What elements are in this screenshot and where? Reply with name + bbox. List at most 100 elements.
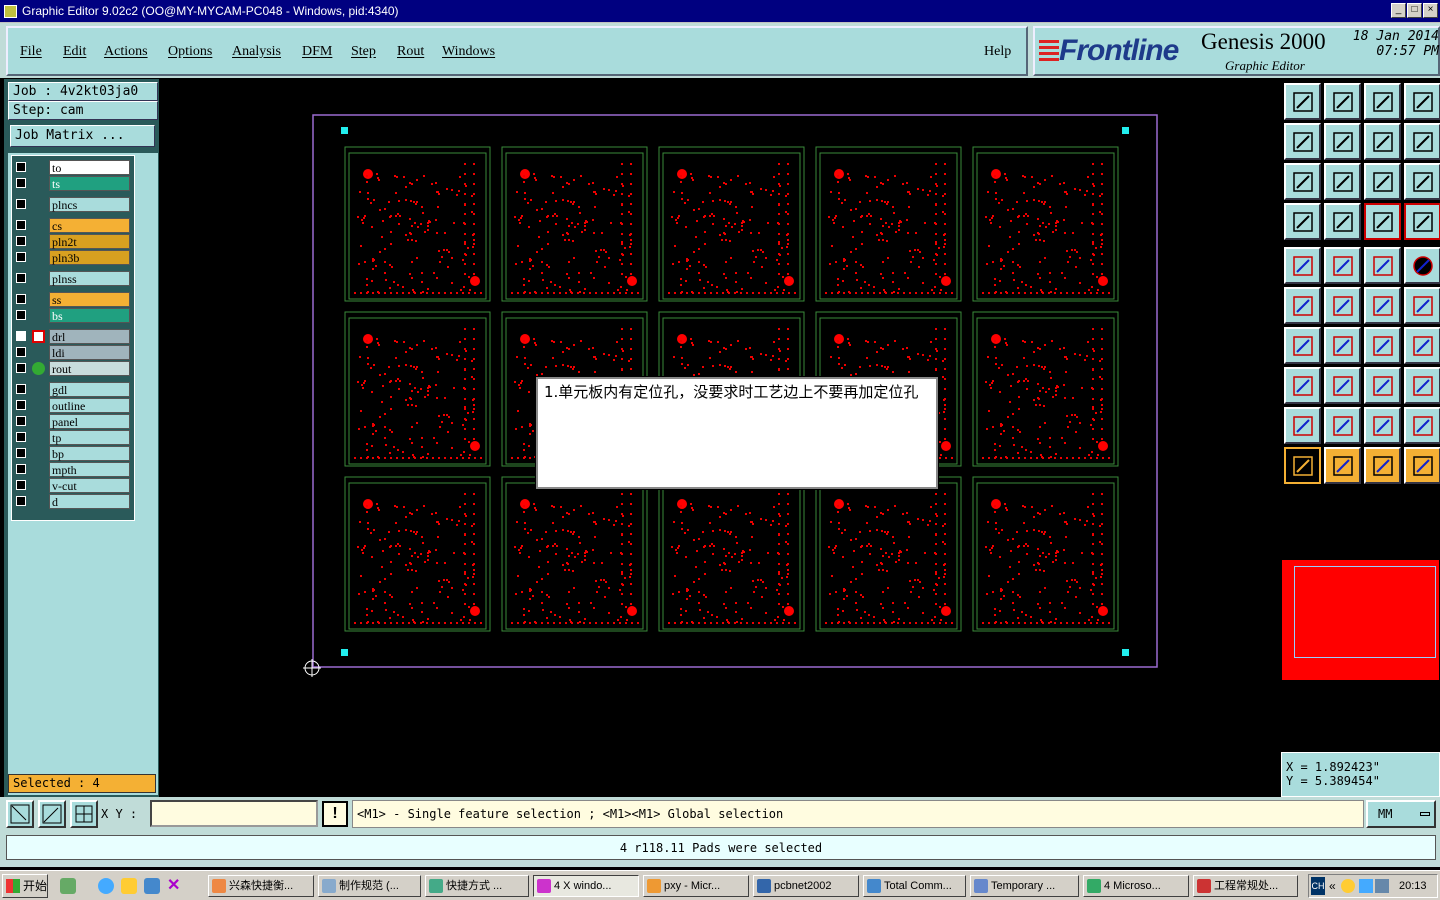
tool-scale-button[interactable] xyxy=(1364,163,1401,200)
taskbar-item[interactable]: 4 Microso... xyxy=(1083,875,1189,897)
taskbar-item[interactable]: Temporary ... xyxy=(970,875,1079,897)
tool-angle-button[interactable] xyxy=(1284,327,1321,364)
tool-select-button[interactable] xyxy=(1284,447,1321,484)
layer-name[interactable]: cs xyxy=(49,218,130,233)
taskbar-item[interactable]: pxy - Micr... xyxy=(643,875,749,897)
tool-select-box-button[interactable] xyxy=(1324,447,1361,484)
layer-name[interactable]: ldi xyxy=(49,345,130,360)
tool-save-button[interactable] xyxy=(1324,83,1361,120)
layer-name[interactable]: drl xyxy=(49,329,130,344)
measure-button[interactable] xyxy=(38,800,66,828)
layer-checkbox[interactable] xyxy=(16,252,26,262)
ie-icon[interactable] xyxy=(98,878,114,894)
layer-row-ldi[interactable]: ldi xyxy=(12,345,134,360)
layer-row-d[interactable]: d xyxy=(12,494,134,509)
tool-zoom-fit-button[interactable] xyxy=(1284,163,1321,200)
layer-checkbox[interactable] xyxy=(16,331,26,341)
layer-checkbox[interactable] xyxy=(16,294,26,304)
layer-checkbox[interactable] xyxy=(16,273,26,283)
layer-name[interactable]: pln3b xyxy=(49,250,130,265)
tool-line-button[interactable] xyxy=(1364,287,1401,324)
layer-name[interactable]: tp xyxy=(49,430,130,445)
tool-cross-button[interactable] xyxy=(1324,287,1361,324)
layer-name[interactable]: outline xyxy=(49,398,130,413)
layer-checkbox[interactable] xyxy=(16,220,26,230)
layer-row-panel[interactable]: panel xyxy=(12,414,134,429)
layer-row-outline[interactable]: outline xyxy=(12,398,134,413)
tool-triangle-button[interactable] xyxy=(1284,407,1321,444)
start-button[interactable]: 开始 xyxy=(2,874,48,898)
quicklaunch-icon-3[interactable] xyxy=(144,878,160,894)
tool-undo-button[interactable] xyxy=(1364,123,1401,160)
tool-spike-button[interactable] xyxy=(1404,407,1440,444)
taskbar-item[interactable]: 快捷方式 ... xyxy=(425,875,529,897)
layer-row-bs[interactable]: bs xyxy=(12,308,134,323)
layer-row-cs[interactable]: cs xyxy=(12,218,134,233)
layer-row-ss[interactable]: ss xyxy=(12,292,134,307)
tool-open-button[interactable] xyxy=(1284,83,1321,120)
menu-analysis[interactable]: Analysis xyxy=(232,44,281,60)
job-matrix-button[interactable]: Job Matrix ... xyxy=(10,125,155,147)
tool-home-button[interactable] xyxy=(1364,83,1401,120)
menu-edit[interactable]: Edit xyxy=(63,44,86,60)
layer-row-pln2t[interactable]: pln2t xyxy=(12,234,134,249)
layer-name[interactable]: bs xyxy=(49,308,130,323)
tool-pan-button[interactable] xyxy=(1324,163,1361,200)
layer-checkbox[interactable] xyxy=(16,448,26,458)
tool-connect-button[interactable] xyxy=(1284,287,1321,324)
layer-name[interactable]: to xyxy=(49,160,130,175)
layer-row-v-cut[interactable]: v-cut xyxy=(12,478,134,493)
layer-checkbox[interactable] xyxy=(16,310,26,320)
quicklaunch-icon-1[interactable] xyxy=(60,878,76,894)
taskbar-item[interactable]: 制作规范 (... xyxy=(318,875,421,897)
grid-button[interactable] xyxy=(70,800,98,828)
layer-name[interactable]: panel xyxy=(49,414,130,429)
layer-row-plnss[interactable]: plnss xyxy=(12,271,134,286)
x-icon[interactable]: ✕ xyxy=(167,878,183,894)
tray-arrow-icon[interactable]: « xyxy=(1329,875,1336,897)
layer-checkbox[interactable] xyxy=(16,496,26,506)
tool-select-circle-button[interactable] xyxy=(1364,447,1401,484)
layer-name[interactable]: gdl xyxy=(49,382,130,397)
layer-checkbox[interactable] xyxy=(16,400,26,410)
tool-layers-red-button[interactable] xyxy=(1364,203,1401,240)
layer-row-plncs[interactable]: plncs xyxy=(12,197,134,212)
tool-polygon-button[interactable] xyxy=(1324,407,1361,444)
tool-arc-button[interactable] xyxy=(1364,327,1401,364)
tool-export-button[interactable] xyxy=(1324,123,1361,160)
tool-align-button[interactable] xyxy=(1404,327,1440,364)
menu-help[interactable]: Help xyxy=(984,44,1011,60)
tool-route-button[interactable] xyxy=(1404,447,1440,484)
taskbar-item[interactable]: pcbnet2002 xyxy=(753,875,859,897)
tool-layers-alt-button[interactable] xyxy=(1404,203,1440,240)
taskbar-item[interactable]: Total Comm... xyxy=(863,875,966,897)
layer-checkbox[interactable] xyxy=(16,480,26,490)
zoom-window-button[interactable] xyxy=(6,800,34,828)
tool-copy-button[interactable] xyxy=(1324,247,1361,284)
units-selector[interactable]: MM xyxy=(1366,800,1436,828)
layer-row-bp[interactable]: bp xyxy=(12,446,134,461)
layer-name[interactable]: ts xyxy=(49,176,130,191)
layer-checkbox[interactable] xyxy=(16,162,26,172)
tool-redo-button[interactable] xyxy=(1404,123,1440,160)
tool-pyramid-button[interactable] xyxy=(1364,407,1401,444)
network-icon[interactable] xyxy=(1375,879,1389,893)
tool-arrow-button[interactable] xyxy=(1404,287,1440,324)
tool-minus-button[interactable] xyxy=(1324,367,1361,404)
layer-row-mpth[interactable]: mpth xyxy=(12,462,134,477)
layer-row-rout[interactable]: rout xyxy=(12,361,134,376)
close-button[interactable]: × xyxy=(1423,3,1438,18)
layer-name[interactable]: plncs xyxy=(49,197,130,212)
tool-import-button[interactable] xyxy=(1284,123,1321,160)
menu-actions[interactable]: Actions xyxy=(104,44,148,60)
tool-settings-button[interactable] xyxy=(1284,203,1321,240)
layer-row-to[interactable]: to xyxy=(12,160,134,175)
menu-step[interactable]: Step xyxy=(351,44,376,60)
layer-name[interactable]: plnss xyxy=(49,271,130,286)
overview-map[interactable] xyxy=(1282,560,1439,680)
layer-row-ts[interactable]: ts xyxy=(12,176,134,191)
menu-windows[interactable]: Windows xyxy=(442,44,495,60)
layer-checkbox[interactable] xyxy=(16,236,26,246)
maximize-button[interactable]: □ xyxy=(1407,3,1422,18)
layer-name[interactable]: d xyxy=(49,494,130,509)
